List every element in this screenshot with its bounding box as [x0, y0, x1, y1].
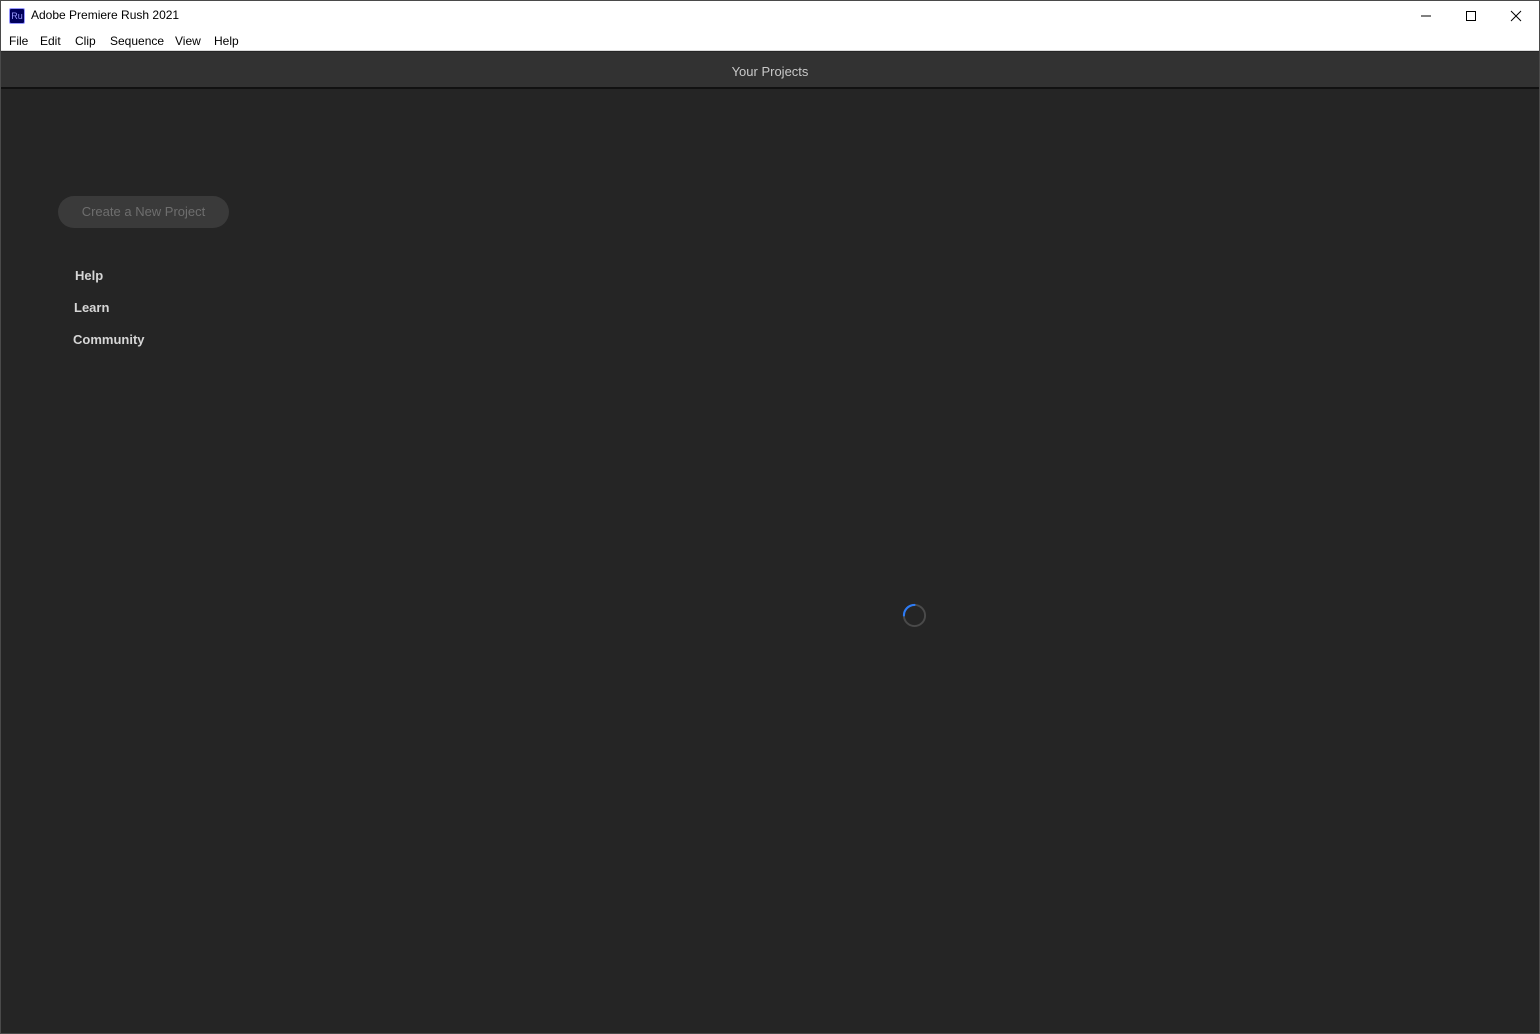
menu-view[interactable]: View: [175, 34, 201, 48]
sidebar-link-help[interactable]: Help: [75, 268, 103, 283]
premiere-rush-app-icon: Ru: [9, 8, 25, 24]
title-bar[interactable]: Ru Adobe Premiere Rush 2021: [1, 1, 1539, 31]
menu-file[interactable]: File: [9, 34, 28, 48]
minimize-button[interactable]: [1403, 1, 1449, 31]
app-window: Ru Adobe Premiere Rush 2021 File Edit Cl…: [0, 0, 1540, 1034]
create-new-project-button[interactable]: Create a New Project: [58, 196, 229, 228]
close-icon: [1510, 10, 1522, 22]
sidebar-link-community[interactable]: Community: [73, 332, 145, 347]
menu-clip[interactable]: Clip: [75, 34, 96, 48]
projects-header: Your Projects: [1, 52, 1539, 89]
maximize-button[interactable]: [1448, 1, 1494, 31]
spinner-icon: [902, 603, 927, 628]
menu-edit[interactable]: Edit: [40, 34, 61, 48]
menu-bar: File Edit Clip Sequence View Help: [1, 31, 1539, 51]
maximize-icon: [1466, 11, 1476, 21]
menu-help[interactable]: Help: [214, 34, 239, 48]
sidebar-link-learn[interactable]: Learn: [74, 300, 109, 315]
window-title: Adobe Premiere Rush 2021: [31, 8, 180, 22]
close-button[interactable]: [1493, 1, 1539, 31]
page-title: Your Projects: [731, 64, 809, 79]
minimize-icon: [1421, 15, 1431, 17]
menu-sequence[interactable]: Sequence: [110, 34, 164, 48]
